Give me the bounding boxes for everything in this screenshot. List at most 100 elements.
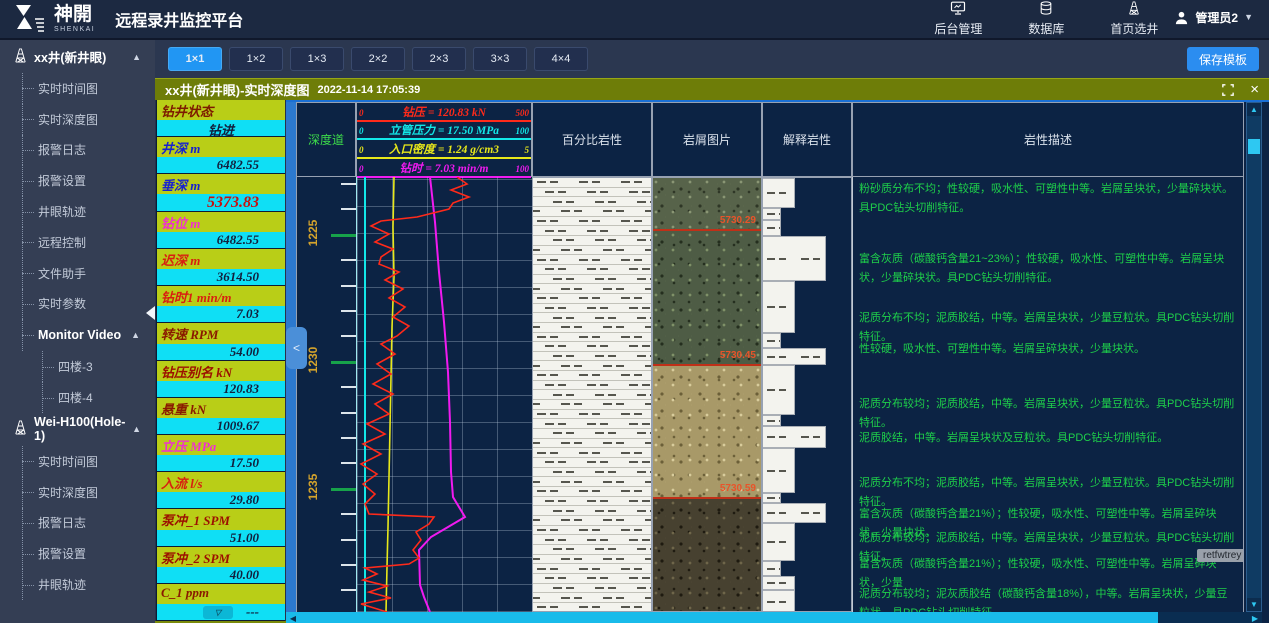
layout-button-1×2[interactable]: 1×2 xyxy=(229,47,283,71)
nav-item-1[interactable]: 数据库 xyxy=(1028,1,1064,37)
user-menu[interactable]: 管理员2 ▼ xyxy=(1174,9,1253,26)
lithology-percent-row xyxy=(533,294,651,304)
sidebar-item[interactable]: 报警设置 xyxy=(0,165,155,196)
lithology-percent-row xyxy=(533,603,651,612)
nav-item-label: 首页选井 xyxy=(1110,20,1158,37)
parameter-value-text: 7.03 xyxy=(236,306,259,322)
lithology-percent-row xyxy=(533,429,651,439)
layout-button-1×3[interactable]: 1×3 xyxy=(290,47,344,71)
lithology-percent-row xyxy=(533,275,651,285)
layout-button-4×4[interactable]: 4×4 xyxy=(534,47,588,71)
parameter-label: C_1 ppm xyxy=(157,584,285,604)
collapse-left-handle[interactable]: < xyxy=(286,327,307,369)
sidebar-well-root[interactable]: Wei-H100(Hole-1)▲ xyxy=(0,413,155,446)
nav-item-2[interactable]: 首页选井 xyxy=(1110,1,1158,37)
depth-minor-tick xyxy=(341,310,356,312)
dropdown-icon[interactable]: ▽ xyxy=(203,606,233,619)
sidebar-item[interactable]: 实时参数 xyxy=(0,289,155,320)
parameter-label: 泵冲_1 SPM xyxy=(157,509,285,529)
parameter-value: 6482.55 xyxy=(157,232,285,248)
cuttings-photo-header: 岩屑图片 xyxy=(652,102,762,177)
sidebar-item[interactable]: 实时深度图 xyxy=(0,477,155,508)
save-template-button[interactable]: 保存模板 xyxy=(1187,47,1259,71)
sidebar-item[interactable]: 实时深度图 xyxy=(0,104,155,135)
sidebar-item[interactable]: 报警日志 xyxy=(0,135,155,166)
derrick-icon xyxy=(1126,1,1142,20)
lithology-percent-row xyxy=(533,255,651,265)
scroll-right-arrow-icon[interactable]: ▶ xyxy=(1248,612,1262,623)
interpreted-lithology-block xyxy=(763,426,826,448)
parameter-value-text: 51.00 xyxy=(230,530,259,546)
sidebar-item[interactable]: 四楼-3 xyxy=(0,351,155,382)
scroll-down-arrow-icon[interactable]: ▼ xyxy=(1247,598,1261,611)
layout-button-3×3[interactable]: 3×3 xyxy=(473,47,527,71)
depth-minor-tick xyxy=(341,564,356,566)
depth-tick-label: 1230 xyxy=(306,342,320,378)
parameter-value: 7.03 xyxy=(157,306,285,322)
sidebar-item-label: 报警日志 xyxy=(38,514,86,531)
sidebar-item-label: 报警日志 xyxy=(38,141,86,158)
app-screen: 神開 SHENKAI 远程录井监控平台 后台管理数据库首页选井 管理员2 ▼ x… xyxy=(0,0,1269,623)
sidebar-item[interactable]: 井眼轨迹 xyxy=(0,569,155,600)
lithology-percent-row xyxy=(533,381,651,391)
sidebar-item[interactable]: 报警设置 xyxy=(0,538,155,569)
sidebar-item[interactable]: 井眼轨迹 xyxy=(0,196,155,227)
vertical-scroll-thumb[interactable] xyxy=(1248,139,1260,154)
lithology-percent-row xyxy=(533,371,651,381)
sidebar-item[interactable]: 实时时间图 xyxy=(0,446,155,477)
sidebar-item-label: 井眼轨迹 xyxy=(38,576,86,593)
horizontal-scroll-thumb[interactable] xyxy=(300,612,1158,623)
lithology-description-text: 粉砂质分布不均；性较硬，吸水性、可塑性中等。岩屑呈块状，少量碎块状。具PDC钻头… xyxy=(859,180,1235,218)
sidebar-item[interactable]: 四楼-4 xyxy=(0,382,155,413)
depth-tick-label: 1235 xyxy=(306,469,320,505)
depth-minor-tick xyxy=(341,412,356,414)
fullscreen-icon[interactable] xyxy=(1222,84,1234,96)
close-icon[interactable]: × xyxy=(1250,84,1259,96)
layout-button-2×2[interactable]: 2×2 xyxy=(351,47,405,71)
lithology-description-track: retfwtrey 粉砂质分布不均；性较硬，吸水性、可塑性中等。岩屑呈块状，少量… xyxy=(852,177,1244,612)
chevron-up-icon[interactable]: ▲ xyxy=(132,424,141,434)
derrick-icon xyxy=(13,420,34,438)
chevron-up-icon[interactable]: ▲ xyxy=(131,330,140,340)
logo-en: SHENKAI xyxy=(54,26,95,33)
layout-button-2×3[interactable]: 2×3 xyxy=(412,47,466,71)
lithology-percent-row xyxy=(533,342,651,352)
sidebar-well-root[interactable]: xx井(新井眼) ▲ xyxy=(0,40,155,73)
sidebar-group-monitor-video[interactable]: Monitor Video▲ xyxy=(0,319,155,351)
sidebar-item[interactable]: 远程控制 xyxy=(0,227,155,258)
cuttings-depth-label: 5730.29 xyxy=(720,215,756,226)
parameter-value-text: 5373.83 xyxy=(207,194,259,211)
scroll-left-arrow-icon[interactable]: ◀ xyxy=(286,612,300,623)
depth-minor-tick xyxy=(341,259,356,261)
depth-minor-tick xyxy=(341,539,356,541)
nav-item-label: 后台管理 xyxy=(934,20,982,37)
chevron-up-icon[interactable]: ▲ xyxy=(132,52,141,62)
sidebar-item[interactable]: 实时时间图 xyxy=(0,73,155,104)
depth-minor-tick xyxy=(341,386,356,388)
curve-legend-header: 0钻压 = 120.83 kN5000立管压力 = 17.50 MPa1000入… xyxy=(356,102,532,177)
interpreted-lithology-block xyxy=(763,220,781,236)
lithology-percent-row xyxy=(533,448,651,458)
sidebar-item[interactable]: 报警日志 xyxy=(0,508,155,539)
cuttings-depth-label: 5730.59 xyxy=(720,483,756,494)
legend-max: 100 xyxy=(516,126,530,136)
curve-legend-row: 0立管压力 = 17.50 MPa100 xyxy=(357,122,531,141)
nav-item-0[interactable]: 后台管理 xyxy=(934,1,982,37)
lithology-percent-row xyxy=(533,574,651,584)
lithology-description-header: 岩性描述 xyxy=(852,102,1244,177)
curves-plot xyxy=(357,177,532,612)
scroll-up-arrow-icon[interactable]: ▲ xyxy=(1247,103,1261,116)
layout-button-1×1[interactable]: 1×1 xyxy=(168,47,222,71)
parameter-block: 泵冲_1 SPM51.00 xyxy=(157,509,285,546)
sidebar-collapse-handle[interactable] xyxy=(146,306,155,320)
top-bar: 神開 SHENKAI 远程录井监控平台 后台管理数据库首页选井 管理员2 ▼ xyxy=(0,0,1269,40)
parameter-block: 钻位 m6482.55 xyxy=(157,212,285,249)
cuttings-photo-section xyxy=(653,366,761,499)
depth-tick-label: 1225 xyxy=(306,215,320,251)
sidebar-item-label: 实时时间图 xyxy=(38,453,98,470)
parameter-value: 29.80 xyxy=(157,492,285,508)
parameter-value: 1009.67 xyxy=(157,418,285,434)
well-root-label: xx井(新井眼) xyxy=(34,47,106,66)
sidebar-item[interactable]: 文件助手 xyxy=(0,258,155,289)
depth-minor-tick xyxy=(341,462,356,464)
